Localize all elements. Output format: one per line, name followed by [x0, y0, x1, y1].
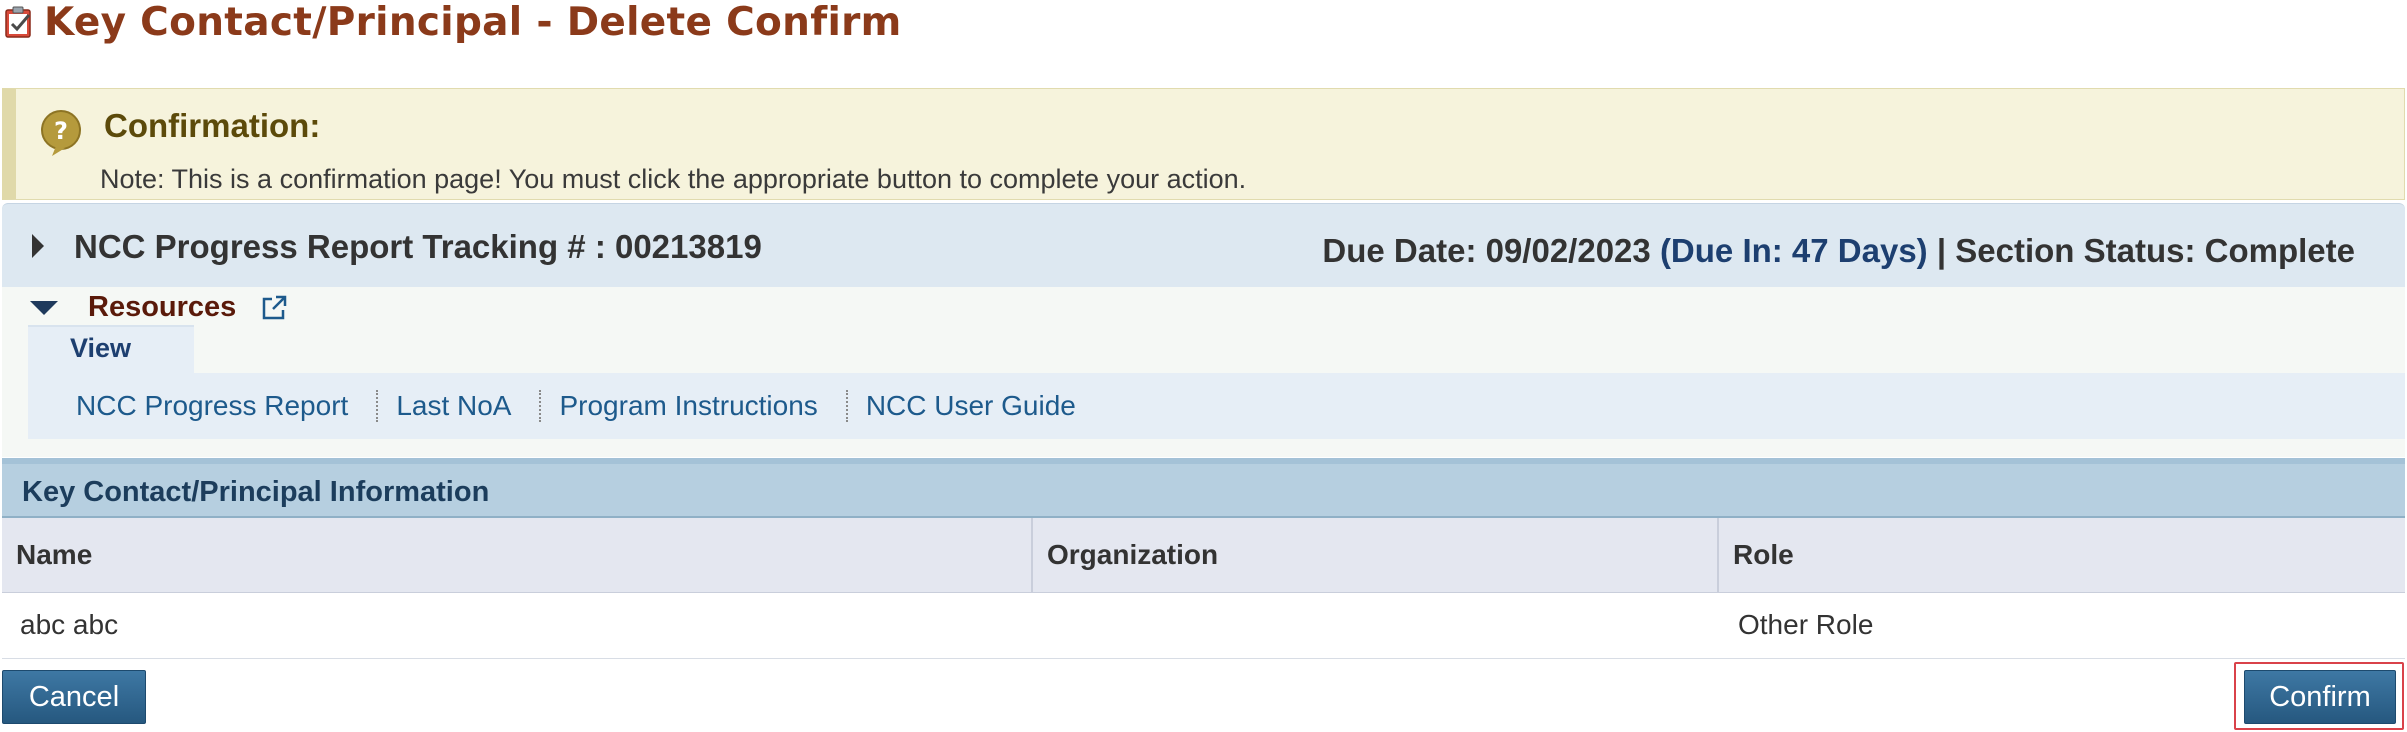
link-program-instructions[interactable]: Program Instructions: [559, 390, 817, 422]
expand-arrow-icon[interactable]: [32, 234, 44, 258]
status-separator: |: [1936, 232, 1947, 269]
tab-view-label: View: [70, 333, 132, 363]
cell-role: Other Role: [1718, 592, 2405, 659]
column-header-organization[interactable]: Organization: [1032, 518, 1719, 593]
link-divider: [539, 390, 542, 422]
clipboard-check-icon: [5, 6, 31, 38]
section-status: Section Status: Complete: [1955, 232, 2355, 269]
section-title: Key Contact/Principal Information: [22, 476, 490, 508]
confirm-button-highlight: Confirm: [2234, 662, 2404, 730]
link-last-noa[interactable]: Last NoA: [396, 390, 511, 422]
cancel-button[interactable]: Cancel: [2, 670, 146, 724]
cell-name: abc abc: [2, 592, 1032, 659]
section-header: Key Contact/Principal Information: [2, 458, 2405, 518]
question-bubble-icon: ?: [41, 110, 81, 156]
due-status: Due Date: 09/02/2023 (Due In: 47 Days) |…: [1322, 232, 2355, 270]
svg-text:?: ?: [54, 117, 68, 145]
table-row: abc abc Other Role: [2, 592, 2405, 659]
tracking-number: NCC Progress Report Tracking # : 0021381…: [74, 228, 762, 265]
confirmation-note: Note: This is a confirmation page! You m…: [100, 164, 1247, 194]
confirmation-panel: ? Confirmation: Note: This is a confirma…: [2, 88, 2405, 200]
tab-view[interactable]: View: [28, 325, 194, 373]
page-title: Key Contact/Principal - Delete Confirm: [0, 0, 902, 45]
due-date: Due Date: 09/02/2023: [1322, 232, 1651, 269]
due-in: (Due In: 47 Days): [1659, 232, 1928, 269]
cell-organization: [1032, 592, 1718, 659]
external-link-icon[interactable]: [260, 294, 288, 322]
key-contact-table: Name Organization Role abc abc Other Rol…: [2, 518, 2405, 659]
tracking-header[interactable]: NCC Progress Report Tracking # : 0021381…: [2, 203, 2405, 287]
page-title-text: Key Contact/Principal - Delete Confirm: [44, 0, 902, 45]
link-ncc-user-guide[interactable]: NCC User Guide: [866, 390, 1076, 422]
resource-links: NCC Progress Report Last NoA Program Ins…: [28, 373, 2405, 439]
link-divider: [845, 390, 848, 422]
column-header-name[interactable]: Name: [2, 518, 1033, 593]
column-header-role[interactable]: Role: [1718, 518, 2405, 593]
collapse-arrow-icon[interactable]: [30, 300, 58, 315]
confirm-button[interactable]: Confirm: [2244, 670, 2396, 724]
resources-toggle[interactable]: Resources: [30, 291, 288, 324]
resources-panel: Resources View NCC Progress Report Last …: [2, 287, 2405, 457]
link-ncc-progress-report[interactable]: NCC Progress Report: [76, 390, 348, 422]
resources-label: Resources: [88, 291, 237, 323]
confirmation-heading: Confirmation:: [104, 107, 321, 144]
table-header-row: Name Organization Role: [2, 518, 2405, 593]
link-divider: [376, 390, 379, 422]
